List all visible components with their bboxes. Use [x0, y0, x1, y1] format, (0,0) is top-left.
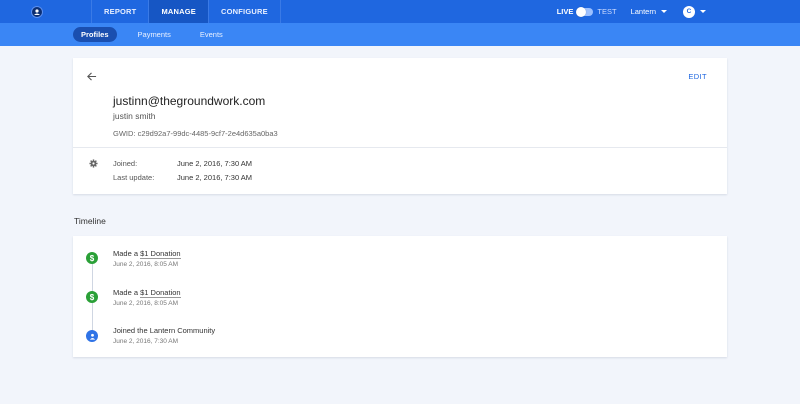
timeline-event-time: June 2, 2016, 8:05 AM: [113, 261, 179, 268]
mode-toggle[interactable]: [576, 6, 594, 17]
gear-icon: [89, 159, 98, 168]
timeline-event-time: June 2, 2016, 7:30 AM: [113, 338, 179, 345]
top-right-controls: LIVE TEST Lantern C: [557, 0, 800, 23]
chevron-down-icon: [661, 10, 667, 13]
app-logo[interactable]: [0, 0, 55, 23]
test-label: TEST: [597, 7, 617, 16]
user-menu[interactable]: C: [683, 5, 706, 18]
person-icon: [86, 330, 98, 342]
divider: [73, 147, 727, 148]
back-button[interactable]: [85, 70, 97, 82]
timeline-card: $ Made a $1 Donation June 2, 2016, 8:05 …: [73, 236, 727, 357]
avatar: C: [683, 5, 695, 18]
timeline-event-time: June 2, 2016, 8:05 AM: [113, 300, 179, 307]
subtab-payments[interactable]: Payments: [130, 27, 179, 42]
dollar-icon: $: [86, 252, 98, 264]
subtab-events[interactable]: Events: [192, 27, 231, 42]
timeline-event-title: Made a $1 Donation: [113, 249, 181, 259]
tab-manage[interactable]: MANAGE: [148, 0, 208, 23]
joined-label: Joined:: [113, 159, 138, 168]
donation-link[interactable]: $1 Donation: [140, 249, 181, 259]
sub-navigation-bar: Profiles Payments Events: [0, 23, 800, 46]
joined-value: June 2, 2016, 7:30 AM: [177, 159, 253, 168]
toggle-knob: [576, 6, 587, 17]
profile-card: EDIT justinn@thegroundwork.com justin sm…: [73, 58, 727, 194]
timeline-event-title: Joined the Lantern Community: [113, 326, 215, 335]
chevron-down-icon: [700, 10, 706, 13]
profile-email: justinn@thegroundwork.com: [113, 94, 266, 108]
event-text: Made a: [113, 288, 141, 297]
live-label: LIVE: [556, 7, 574, 16]
tab-configure[interactable]: CONFIGURE: [208, 0, 281, 23]
profile-gwid: GWID: c29d92a7-99dc-4485-9cf7-2e4d635a0b…: [113, 129, 278, 138]
last-update-value: June 2, 2016, 7:30 AM: [177, 173, 253, 182]
dollar-icon: $: [86, 291, 98, 303]
organization-name: Lantern: [630, 7, 656, 16]
event-text: Made a: [113, 249, 141, 258]
top-tabs: REPORT MANAGE CONFIGURE: [91, 0, 281, 23]
last-update-label: Last update:: [113, 173, 155, 182]
timeline-event-title: Made a $1 Donation: [113, 288, 181, 298]
top-navigation-bar: REPORT MANAGE CONFIGURE LIVE TEST Lanter…: [0, 0, 800, 23]
donation-link[interactable]: $1 Donation: [140, 288, 181, 298]
tab-report[interactable]: REPORT: [91, 0, 148, 23]
live-test-switch[interactable]: LIVE TEST: [556, 6, 617, 17]
edit-button[interactable]: EDIT: [688, 72, 707, 81]
logo-icon: [31, 5, 43, 18]
arrow-left-icon: [86, 71, 96, 81]
timeline-heading: Timeline: [74, 216, 106, 226]
subtab-profiles[interactable]: Profiles: [73, 27, 117, 42]
organization-dropdown[interactable]: Lantern: [631, 7, 667, 16]
event-text: Joined the Lantern Community: [113, 326, 216, 335]
profile-name: justin smith: [113, 111, 156, 121]
